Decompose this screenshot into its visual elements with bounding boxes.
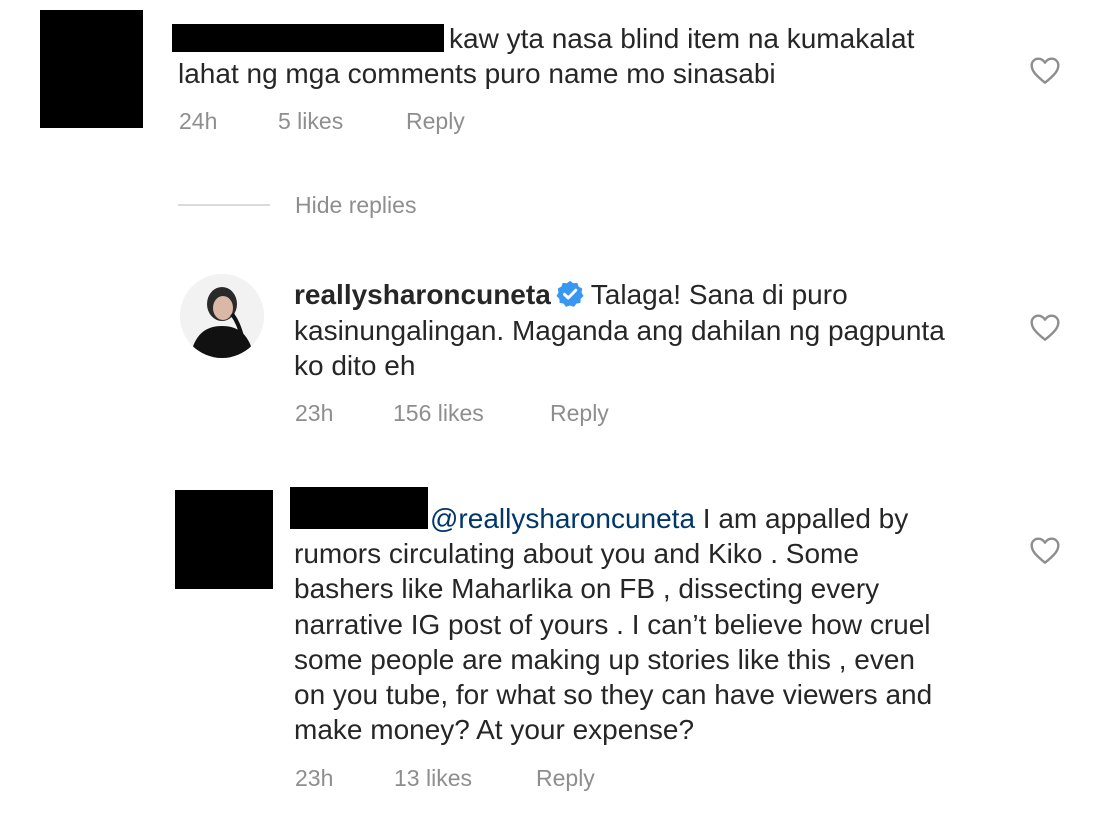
avatar-redacted <box>40 10 143 128</box>
reply-likes-link[interactable]: 156 likes <box>393 400 484 427</box>
reply-text-line5: some people are making up stories like t… <box>294 644 915 675</box>
hide-replies-button[interactable]: Hide replies <box>295 192 416 219</box>
avatar-redacted <box>175 490 273 589</box>
reply-time: 23h <box>295 765 334 791</box>
username-redacted <box>172 24 444 52</box>
reply-time: 23h <box>295 400 334 426</box>
comment-time: 24h <box>179 108 218 134</box>
reply-text-line3: ko dito eh <box>294 350 416 381</box>
reply-text-line4: narrative IG post of yours . I can’t bel… <box>294 609 931 640</box>
mention-link[interactable]: @reallysharoncuneta <box>430 503 695 534</box>
comment-likes-link[interactable]: 5 likes <box>278 108 343 135</box>
reply-reply-button[interactable]: Reply <box>550 400 609 427</box>
reply-text-line2: kasinungalingan. Maganda ang dahilan ng … <box>294 315 945 346</box>
heart-outline-icon[interactable] <box>1029 55 1061 85</box>
avatar[interactable] <box>180 274 264 358</box>
reply-text-line7: make money? At your expense? <box>294 714 695 745</box>
verified-badge-icon <box>555 279 585 309</box>
reply-reply-button[interactable]: Reply <box>536 765 595 792</box>
reply-text-line2: rumors circulating about you and Kiko . … <box>294 538 859 569</box>
comment-text-line1: kaw yta nasa blind item na kumakalat <box>449 23 915 54</box>
reply-likes-link[interactable]: 13 likes <box>394 765 472 792</box>
heart-outline-icon[interactable] <box>1029 312 1061 342</box>
reply-text-line3: bashers like Maharlika on FB , dissectin… <box>294 573 880 604</box>
comment-text-line2: lahat ng mga comments puro name mo sinas… <box>178 58 776 89</box>
reply-text-line1: reallysharoncuneta Talaga! Sana di puro <box>294 277 848 312</box>
reply-text-line1: @reallysharoncuneta I am appalled by <box>430 501 908 536</box>
heart-outline-icon[interactable] <box>1029 535 1061 565</box>
replies-divider <box>178 204 270 206</box>
reply-text-line6: on you tube, for what so they can have v… <box>294 679 933 710</box>
username-redacted <box>290 487 428 529</box>
comment-reply-button[interactable]: Reply <box>406 108 465 135</box>
reply-text: I am appalled by <box>702 503 909 534</box>
reply-username-link[interactable]: reallysharoncuneta <box>294 279 551 310</box>
avatar-photo <box>180 274 264 358</box>
reply-text: Talaga! Sana di puro <box>590 279 848 310</box>
